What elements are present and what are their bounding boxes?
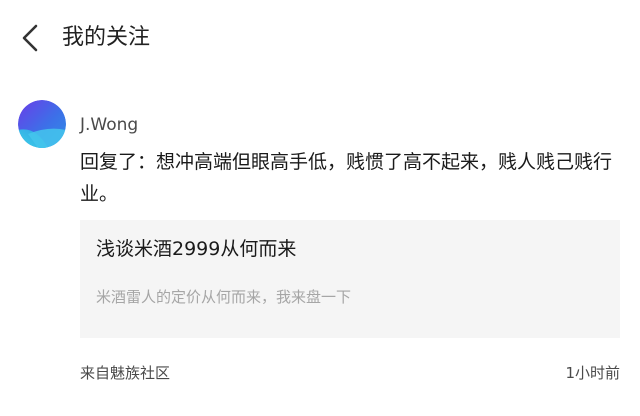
comment-text: 回复了：想冲高端但眼高手低，贱惯了高不起来，贱人贱己贱行业。	[80, 151, 613, 205]
page-title: 我的关注	[62, 25, 151, 50]
article-description: 米酒雷人的定价从何而来，我来盘一下	[96, 288, 352, 306]
article-title: 浅谈米酒2999从何而来	[96, 238, 297, 260]
chevron-left-icon[interactable]	[14, 20, 50, 56]
avatar[interactable]	[18, 100, 66, 148]
post-source: 来自魅族社区	[80, 364, 171, 382]
post-timestamp: 1小时前	[565, 364, 620, 382]
back-button[interactable]	[14, 20, 50, 56]
username[interactable]: J.Wong	[80, 113, 138, 137]
gradient-avatar-icon	[18, 100, 66, 148]
header: 我的关注	[0, 0, 640, 76]
linked-article-card[interactable]: 浅谈米酒2999从何而来 米酒雷人的定价从何而来，我来盘一下	[80, 220, 620, 338]
